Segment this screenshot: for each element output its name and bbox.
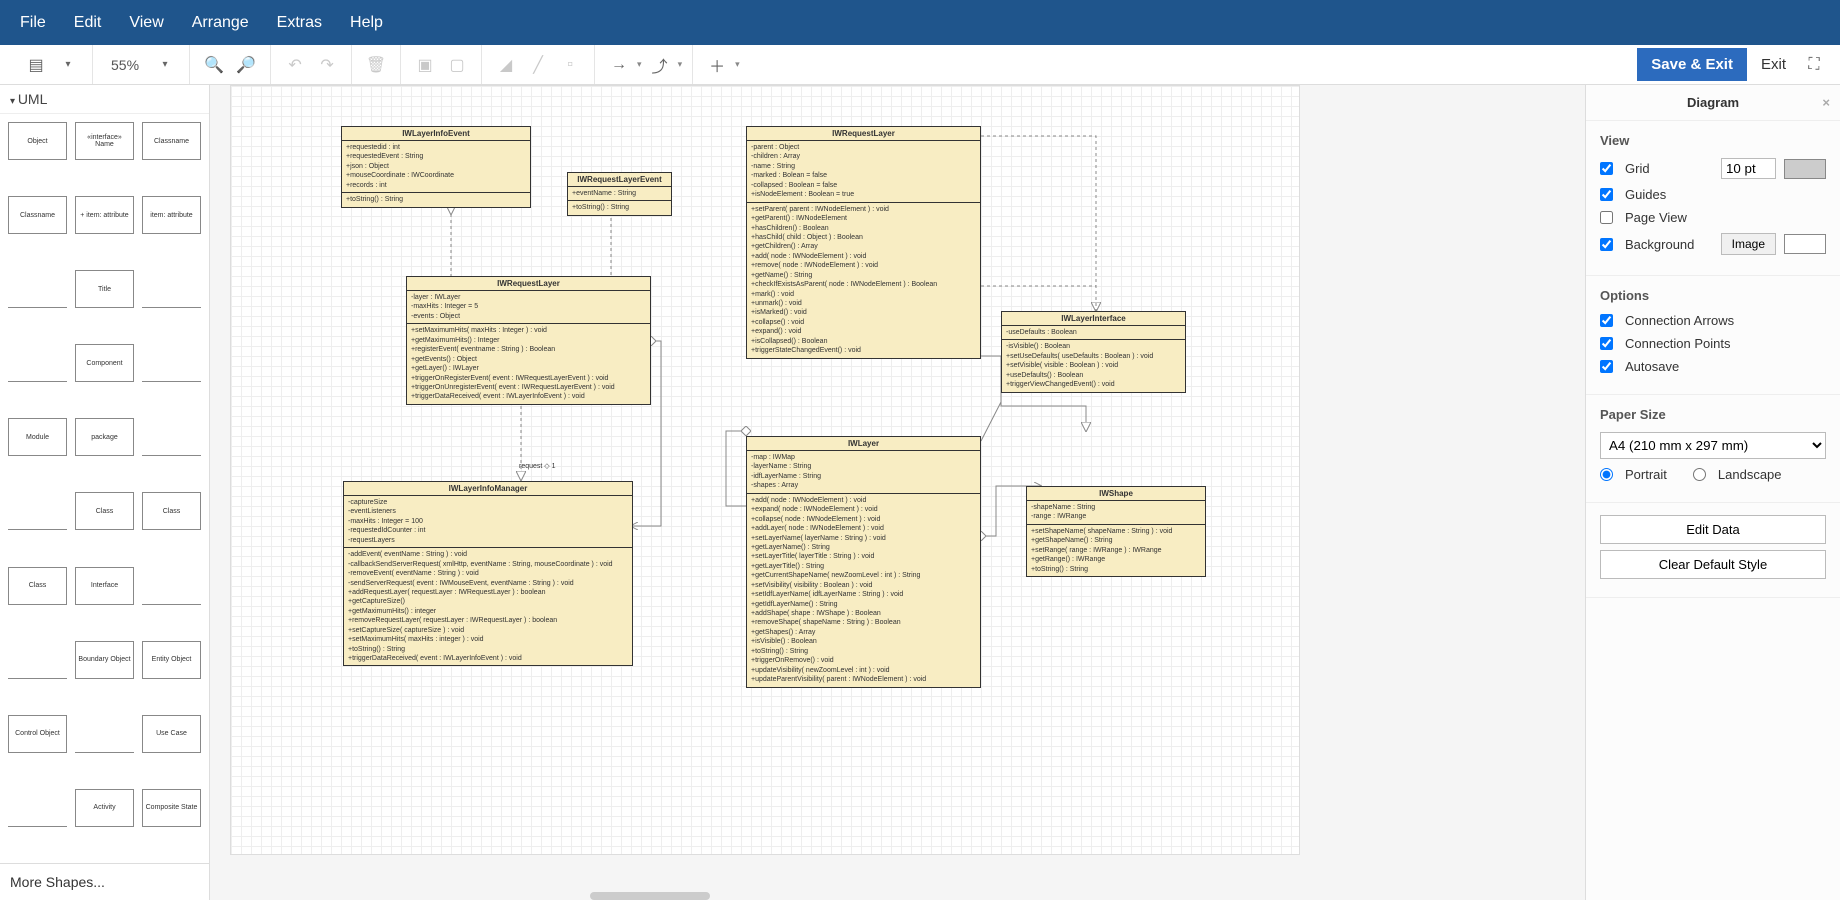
palette-shape[interactable]: item: attribute [142,196,201,234]
palette-shape[interactable]: Entity Object [142,641,201,679]
background-checkbox[interactable] [1600,238,1613,251]
palette-shape[interactable]: Classname [142,122,201,160]
background-image-button[interactable]: Image [1721,233,1776,255]
conn-points-checkbox[interactable] [1600,337,1613,350]
chevron-down-icon[interactable]: ▾ [151,51,179,79]
zoom-in-icon[interactable]: 🔍 [200,51,228,79]
fullscreen-icon[interactable]: ⛶ [1800,51,1828,79]
horizontal-scrollbar[interactable] [590,892,710,900]
palette-shape[interactable] [142,270,201,308]
close-icon[interactable]: × [1822,95,1830,110]
palette-shape[interactable] [8,789,67,827]
shape-palette: Object«interface» NameClassname Classname… [0,114,209,863]
grid-size-input[interactable] [1721,158,1776,179]
palette-shape[interactable]: Interface [75,567,134,605]
exit-button[interactable]: Exit [1747,56,1800,73]
conn-arrows-checkbox[interactable] [1600,314,1613,327]
palette-shape[interactable] [8,492,67,530]
undo-icon[interactable]: ↶ [281,51,309,79]
options-section-title: Options [1600,288,1826,303]
to-front-icon[interactable]: ▣ [411,51,439,79]
palette-shape[interactable]: Use Case [142,715,201,753]
palette-shape[interactable]: Activity [75,789,134,827]
menu-arrange[interactable]: Arrange [192,14,249,32]
format-panel-icon[interactable]: ▤ [22,51,50,79]
guides-checkbox[interactable] [1600,188,1613,201]
uml-class-iwlayerinterface[interactable]: IWLayerInterface-useDefaults : Boolean-i… [1001,311,1186,393]
clear-default-style-button[interactable]: Clear Default Style [1600,550,1826,579]
menubar: File Edit View Arrange Extras Help [0,0,1840,45]
fill-color-icon[interactable]: ◢ [492,51,520,79]
grid-checkbox[interactable] [1600,162,1613,175]
assoc-label: request ◇ 1 [519,462,556,470]
uml-class-iwshape[interactable]: IWShape-shapeName : String-range : IWRan… [1026,486,1206,577]
uml-class-iwlayerinfoevent[interactable]: IWLayerInfoEvent+requestedid : int+reque… [341,126,531,208]
to-back-icon[interactable]: ▢ [443,51,471,79]
format-panel-title: Diagram × [1586,85,1840,121]
palette-shape[interactable] [142,418,201,456]
autosave-checkbox[interactable] [1600,360,1613,373]
uml-class-iwrequestlayer_big[interactable]: IWRequestLayer-parent : Object-children … [746,126,981,359]
sidebar: UML Object«interface» NameClassname Class… [0,85,210,900]
redo-icon[interactable]: ↷ [313,51,341,79]
palette-shape[interactable]: Control Object [8,715,67,753]
uml-class-iwrequestlayerevent[interactable]: IWRequestLayerEvent+eventName : String+t… [567,172,672,216]
more-shapes-button[interactable]: More Shapes... [0,863,209,900]
waypoint-icon[interactable]: ⤴ [646,51,674,79]
line-color-icon[interactable]: ╱ [524,51,552,79]
menu-help[interactable]: Help [350,14,383,32]
palette-shape[interactable] [142,344,201,382]
paper-size-select[interactable]: A4 (210 mm x 297 mm) [1600,432,1826,459]
palette-shape[interactable]: Composite State [142,789,201,827]
portrait-radio[interactable] [1600,468,1613,481]
delete-icon[interactable]: 🗑 [362,51,390,79]
palette-shape[interactable]: package [75,418,134,456]
view-section-title: View [1600,133,1826,148]
menu-edit[interactable]: Edit [74,14,102,32]
palette-shape[interactable] [75,715,134,753]
uml-class-iwlayerinfomanager[interactable]: IWLayerInfoManager-captureSize-eventList… [343,481,633,666]
palette-shape[interactable]: Class [75,492,134,530]
grid-color-swatch[interactable] [1784,159,1826,179]
background-color-swatch[interactable] [1784,234,1826,254]
save-exit-button[interactable]: Save & Exit [1637,48,1747,81]
palette-shape[interactable] [142,567,201,605]
menu-extras[interactable]: Extras [277,14,322,32]
insert-icon[interactable]: ＋ [703,51,731,79]
palette-shape[interactable]: Class [8,567,67,605]
palette-shape[interactable]: Component [75,344,134,382]
palette-shape[interactable]: Classname [8,196,67,234]
edit-data-button[interactable]: Edit Data [1600,515,1826,544]
zoom-level[interactable]: 55% [103,57,147,73]
palette-shape[interactable]: «interface» Name [75,122,134,160]
palette-shape[interactable] [8,641,67,679]
menu-view[interactable]: View [129,14,163,32]
palette-shape[interactable] [8,344,67,382]
toolbar: ▤ ▾ 55% ▾ 🔍 🔎 ↶ ↷ 🗑 ▣ ▢ ◢ ╱ ▫ →▾ ⤴▾ ＋▾ S… [0,45,1840,85]
menu-file[interactable]: File [20,14,46,32]
palette-shape[interactable]: Module [8,418,67,456]
palette-shape[interactable] [8,270,67,308]
sidebar-section-uml[interactable]: UML [0,85,209,114]
landscape-radio[interactable] [1693,468,1706,481]
canvas[interactable]: request ◇ 1 IWLayerInfoEvent+requestedid… [230,85,1300,855]
zoom-out-icon[interactable]: 🔎 [232,51,260,79]
format-panel: Diagram × View Grid Guides Page View Bac… [1585,85,1840,900]
connection-icon[interactable]: → [605,51,633,79]
palette-shape[interactable]: Class [142,492,201,530]
uml-class-iwlayer[interactable]: IWLayer-map : IWMap-layerName : String-i… [746,436,981,688]
workspace: UML Object«interface» NameClassname Class… [0,85,1840,900]
canvas-area[interactable]: request ◇ 1 IWLayerInfoEvent+requestedid… [210,85,1585,900]
shadow-icon[interactable]: ▫ [556,51,584,79]
pageview-checkbox[interactable] [1600,211,1613,224]
chevron-down-icon[interactable]: ▾ [54,51,82,79]
palette-shape[interactable]: Object [8,122,67,160]
uml-class-iwrequestlayer_small[interactable]: IWRequestLayer-layer : IWLayer-maxHits :… [406,276,651,405]
palette-shape[interactable]: Boundary Object [75,641,134,679]
palette-shape[interactable]: Title [75,270,134,308]
palette-shape[interactable]: + item: attribute [75,196,134,234]
paper-size-title: Paper Size [1600,407,1826,422]
